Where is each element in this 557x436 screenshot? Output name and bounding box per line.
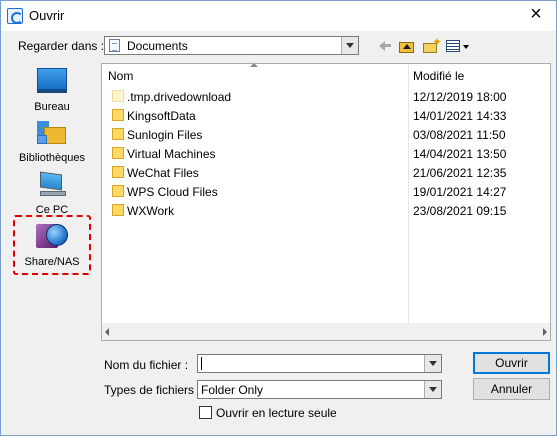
text-caret <box>201 357 202 370</box>
horizontal-scrollbar[interactable] <box>102 323 550 340</box>
file-modified: 12/12/2019 18:00 <box>413 90 507 104</box>
folder-icon <box>112 128 124 140</box>
filename-label: Nom du fichier : <box>104 358 189 372</box>
title-bar: Ouvrir × <box>1 1 556 31</box>
list-item[interactable]: WXWork 23/08/2021 09:15 <box>102 201 550 220</box>
folder-icon <box>112 109 124 121</box>
share-nas-highlight <box>13 215 91 275</box>
sort-ascending-icon <box>250 63 258 69</box>
dialog-app-icon <box>7 8 23 24</box>
list-item[interactable]: Sunlogin Files 03/08/2021 11:50 <box>102 125 550 144</box>
chevron-down-icon[interactable] <box>341 37 358 54</box>
look-in-value: Documents <box>127 39 188 53</box>
filetype-value: Folder Only <box>201 383 264 397</box>
file-name: KingsoftData <box>127 109 196 123</box>
file-modified: 14/01/2021 14:33 <box>413 109 507 123</box>
back-arrow-icon[interactable] <box>377 37 393 55</box>
list-item[interactable]: WPS Cloud Files 19/01/2021 14:27 <box>102 182 550 201</box>
list-item[interactable]: KingsoftData 14/01/2021 14:33 <box>102 106 550 125</box>
open-button[interactable]: Ouvrir <box>473 352 550 374</box>
place-label: Bureau <box>34 101 70 113</box>
place-bureau[interactable]: Bureau <box>10 66 94 116</box>
column-header-modified[interactable]: Modifié le <box>413 69 464 83</box>
place-ce-pc[interactable]: Ce PC <box>10 170 94 220</box>
desktop-icon <box>37 68 67 93</box>
file-modified: 21/06/2021 12:35 <box>413 166 507 180</box>
readonly-checkbox[interactable] <box>199 406 212 419</box>
list-item[interactable]: .tmp.drivedownload 12/12/2019 18:00 <box>102 87 550 106</box>
file-modified: 03/08/2021 11:50 <box>413 128 506 142</box>
look-in-label: Regarder dans : <box>18 39 105 53</box>
file-name: WXWork <box>127 204 175 218</box>
scroll-right-icon[interactable] <box>543 328 547 336</box>
folder-icon <box>112 147 124 159</box>
chevron-down-icon[interactable] <box>424 381 441 398</box>
file-list[interactable]: Nom Modifié le .tmp.drivedownload 12/12/… <box>101 63 551 341</box>
documents-icon <box>109 39 120 52</box>
view-menu-icon[interactable] <box>445 37 471 55</box>
readonly-label[interactable]: Ouvrir en lecture seule <box>216 406 337 420</box>
folder-icon <box>112 185 124 197</box>
column-header-name[interactable]: Nom <box>108 69 133 83</box>
folder-icon <box>112 90 124 102</box>
folder-icon <box>112 166 124 178</box>
close-button[interactable]: × <box>526 4 546 24</box>
look-in-dropdown[interactable]: Documents <box>104 36 359 55</box>
new-folder-icon[interactable]: ✦ <box>422 35 442 55</box>
file-name: WPS Cloud Files <box>127 185 218 199</box>
file-modified: 19/01/2021 14:27 <box>413 185 507 199</box>
scroll-left-icon[interactable] <box>105 328 109 336</box>
folder-icon <box>112 204 124 216</box>
filename-input[interactable] <box>197 354 442 373</box>
up-one-level-icon[interactable] <box>398 37 416 55</box>
list-item[interactable]: WeChat Files 21/06/2021 12:35 <box>102 163 550 182</box>
place-label: Bibliothèques <box>18 152 86 164</box>
file-name: .tmp.drivedownload <box>127 90 232 104</box>
place-bibliotheques[interactable]: Bibliothèques <box>10 119 94 169</box>
dialog-title: Ouvrir <box>29 8 65 23</box>
filetype-dropdown[interactable]: Folder Only <box>197 380 442 399</box>
list-item[interactable]: Virtual Machines 14/04/2021 13:50 <box>102 144 550 163</box>
file-name: WeChat Files <box>127 166 199 180</box>
file-name: Sunlogin Files <box>127 128 203 142</box>
file-modified: 23/08/2021 09:15 <box>413 204 507 218</box>
open-dialog: Ouvrir × Regarder dans : Documents ✦ Bur… <box>0 0 557 436</box>
filetype-label: Types de fichiers : <box>104 383 201 397</box>
file-modified: 14/04/2021 13:50 <box>413 147 507 161</box>
chevron-down-icon[interactable] <box>424 355 441 372</box>
file-name: Virtual Machines <box>127 147 216 161</box>
cancel-button[interactable]: Annuler <box>473 378 550 400</box>
